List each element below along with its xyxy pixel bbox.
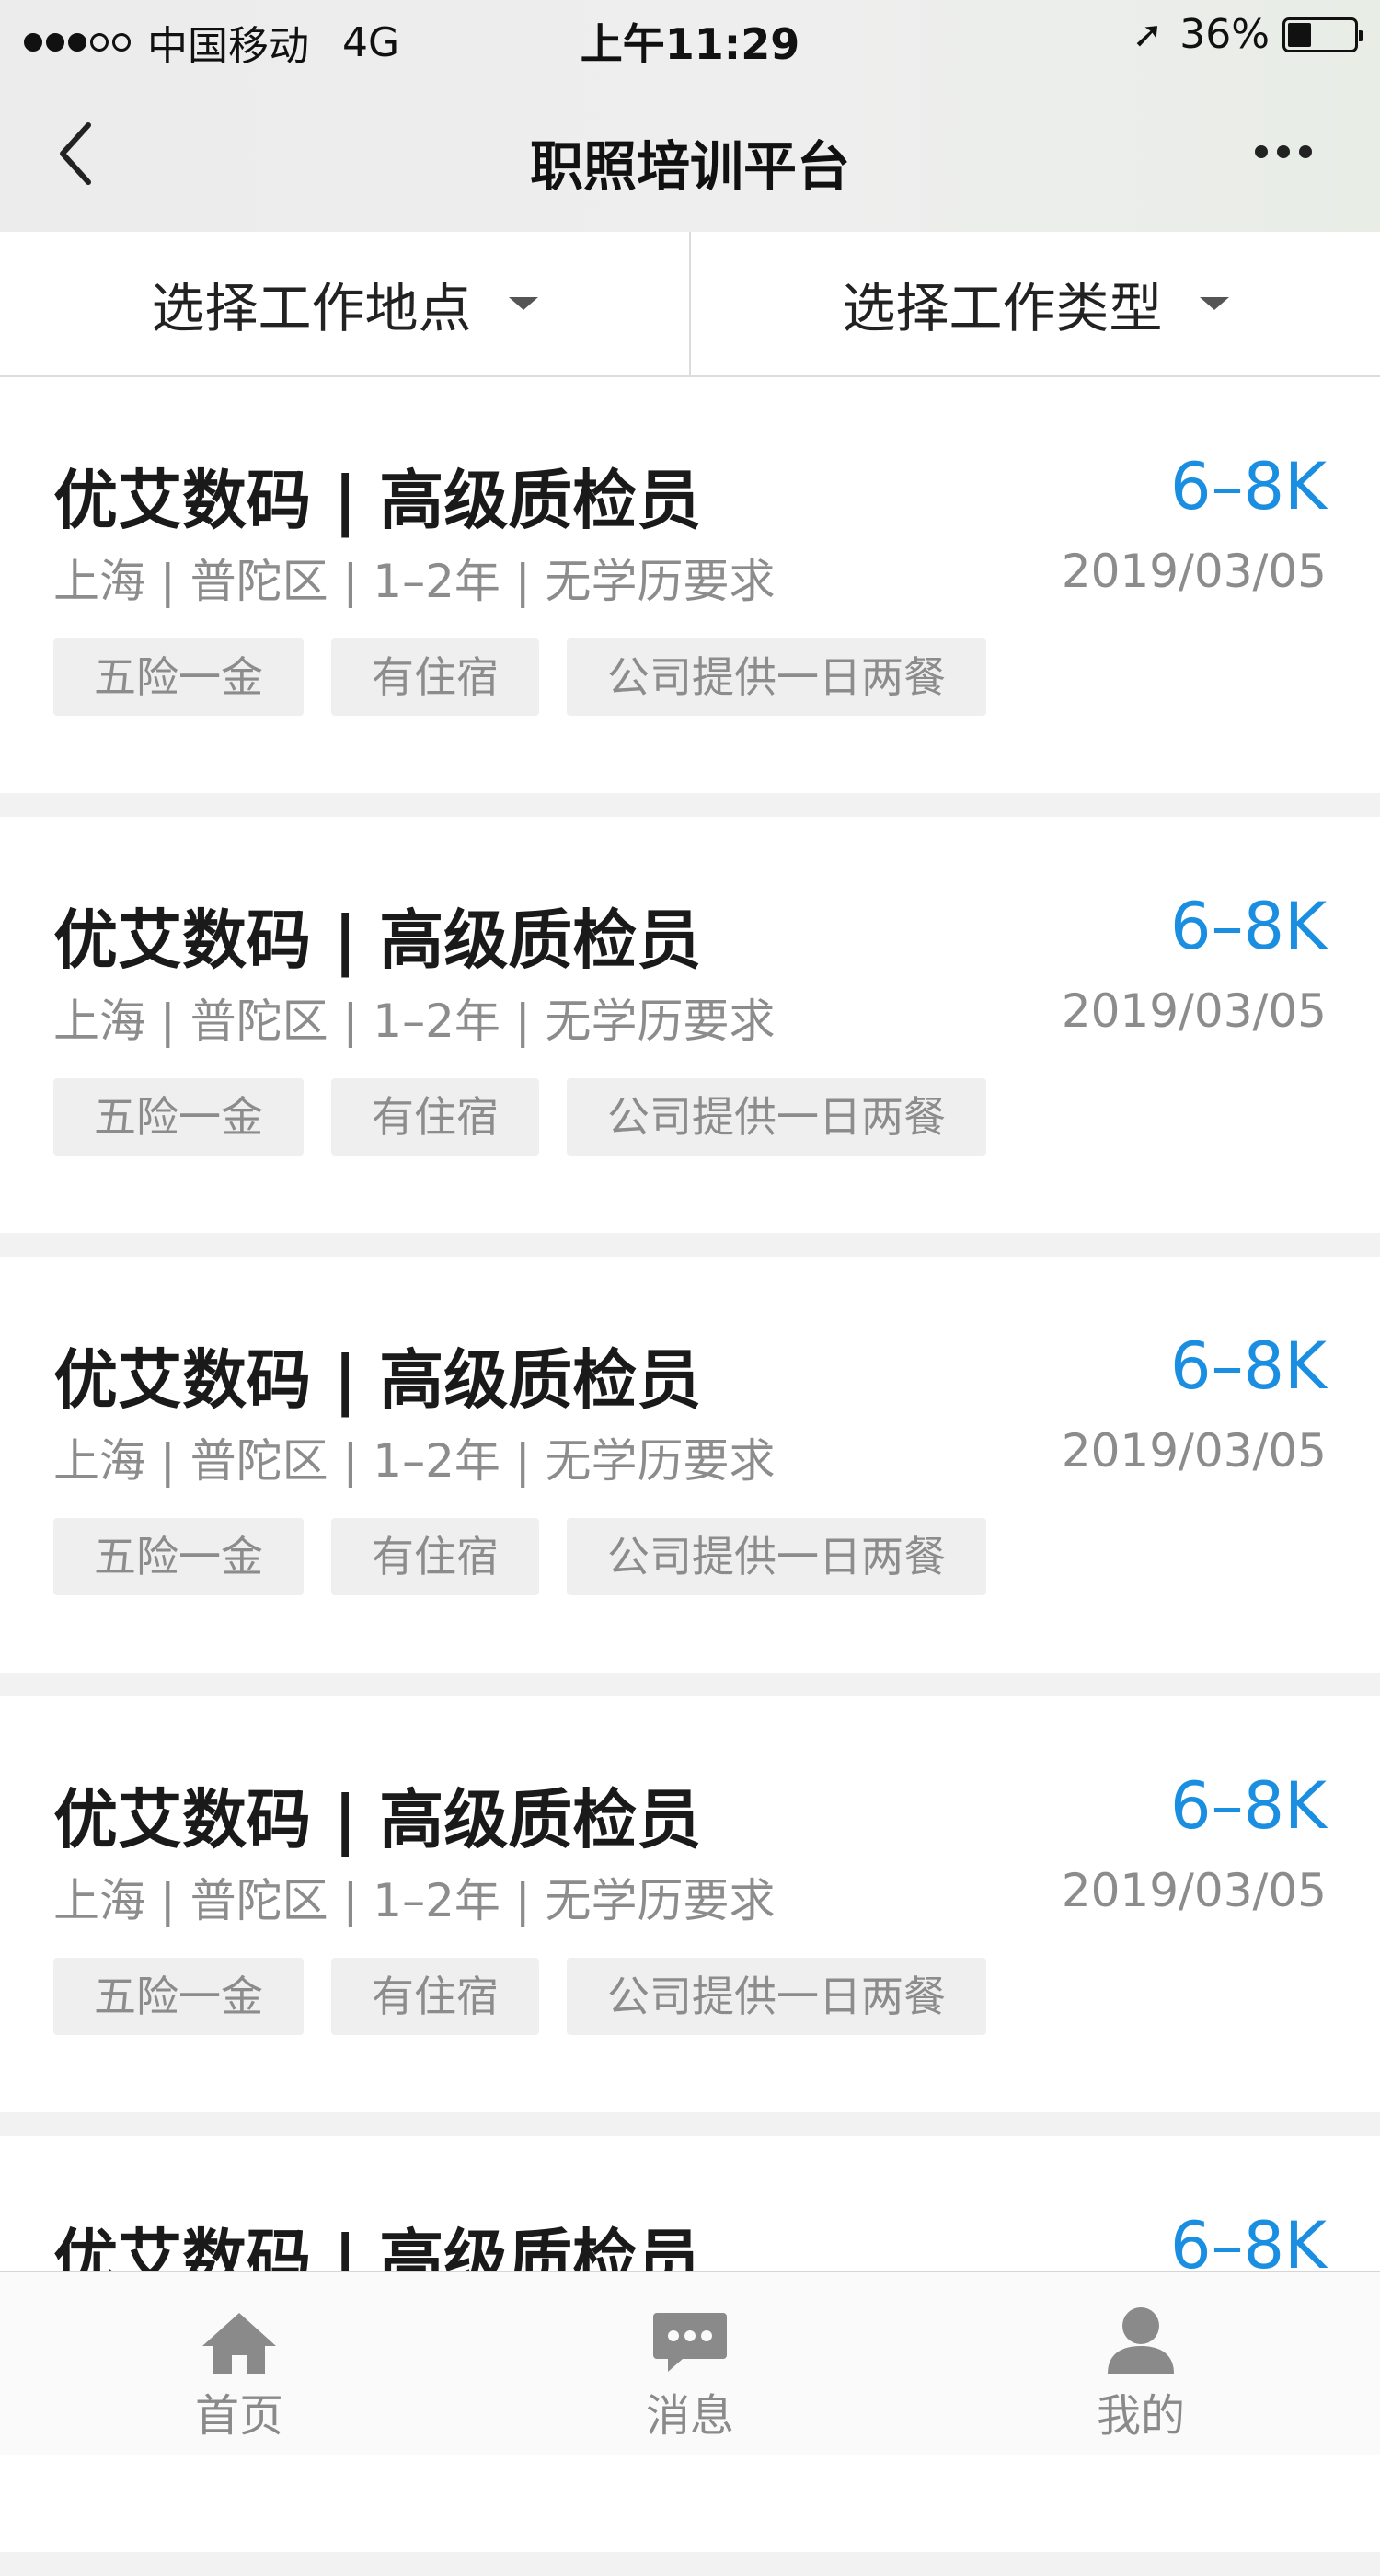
job-meta: 上海 | 普陀区 | 1–2年 | 无学历要求 — [53, 995, 776, 1048]
job-tags: 五险一金 有住宿 公司提供一日两餐 — [53, 638, 1014, 716]
home-icon — [156, 2298, 322, 2375]
tab-bar: 首页 消息 我的 — [0, 2271, 1380, 2455]
filter-bar: 选择工作地点 选择工作类型 — [0, 232, 1380, 377]
tab-home[interactable]: 首页 — [156, 2298, 322, 2444]
tab-messages-label: 消息 — [645, 2390, 734, 2442]
job-title: 优艾数码 | 高级质检员 — [53, 1782, 702, 1857]
message-icon — [607, 2298, 773, 2375]
job-card[interactable]: 优艾数码 | 高级质检员 6–8K 上海 | 普陀区 | 1–2年 | 无学历要… — [0, 817, 1380, 1233]
battery-percent: 36% — [1179, 11, 1270, 58]
job-tag: 有住宿 — [331, 1958, 539, 2035]
caret-down-icon — [508, 297, 538, 310]
job-salary: 6–8K — [1170, 1768, 1327, 1844]
status-right: ➚ 36% — [1132, 11, 1363, 58]
job-date: 2019/03/05 — [1061, 984, 1327, 1038]
job-salary: 6–8K — [1170, 1328, 1327, 1404]
job-tags: 五险一金 有住宿 公司提供一日两餐 — [53, 1078, 1014, 1156]
page-title: 职照培训平台 — [529, 135, 850, 198]
location-arrow-icon: ➚ — [1132, 13, 1164, 56]
job-salary: 6–8K — [1170, 449, 1327, 524]
job-meta: 上海 | 普陀区 | 1–2年 | 无学历要求 — [53, 1434, 776, 1488]
job-type-filter[interactable]: 选择工作类型 — [689, 232, 1380, 375]
caret-down-icon — [1199, 297, 1229, 310]
status-bar: 中国移动 4G 上午11:29 ➚ 36% — [0, 0, 1380, 75]
job-tag: 公司提供一日两餐 — [567, 1518, 986, 1595]
job-title: 优艾数码 | 高级质检员 — [53, 1342, 702, 1418]
tab-profile-label: 我的 — [1096, 2390, 1185, 2442]
job-title: 优艾数码 | 高级质检员 — [53, 463, 702, 538]
more-dot — [1277, 145, 1290, 158]
job-tags: 五险一金 有住宿 公司提供一日两餐 — [53, 1518, 1014, 1595]
job-tags: 五险一金 有住宿 公司提供一日两餐 — [53, 1958, 1014, 2035]
job-tag: 有住宿 — [331, 638, 539, 716]
job-list: 优艾数码 | 高级质检员 6–8K 上海 | 普陀区 | 1–2年 | 无学历要… — [0, 377, 1380, 2576]
more-dot — [1299, 145, 1312, 158]
top-area: 中国移动 4G 上午11:29 ➚ 36% 职照培训平台 — [0, 0, 1380, 232]
job-tag: 有住宿 — [331, 1078, 539, 1156]
tab-profile[interactable]: 我的 — [1058, 2298, 1224, 2444]
job-date: 2019/03/05 — [1061, 545, 1327, 598]
job-tag: 公司提供一日两餐 — [567, 638, 986, 716]
job-tag: 五险一金 — [53, 1078, 304, 1156]
job-card[interactable]: 优艾数码 | 高级质检员 6–8K 上海 | 普陀区 | 1–2年 | 无学历要… — [0, 1257, 1380, 1673]
battery-level — [1288, 22, 1312, 47]
job-tag: 公司提供一日两餐 — [567, 1958, 986, 2035]
tab-messages[interactable]: 消息 — [607, 2298, 773, 2444]
job-tag: 公司提供一日两餐 — [567, 1078, 986, 1156]
job-title: 优艾数码 | 高级质检员 — [53, 903, 702, 978]
job-type-filter-label: 选择工作类型 — [842, 277, 1163, 339]
job-meta: 上海 | 普陀区 | 1–2年 | 无学历要求 — [53, 1874, 776, 1927]
more-button[interactable] — [1246, 145, 1312, 158]
job-tag: 五险一金 — [53, 638, 304, 716]
job-meta: 上海 | 普陀区 | 1–2年 | 无学历要求 — [53, 555, 776, 608]
job-date: 2019/03/05 — [1061, 1424, 1327, 1478]
job-card[interactable]: 优艾数码 | 高级质检员 6–8K 上海 | 普陀区 | 1–2年 | 无学历要… — [0, 1696, 1380, 2112]
tab-home-label: 首页 — [194, 2390, 283, 2442]
job-card[interactable]: 优艾数码 | 高级质检员 6–8K 上海 | 普陀区 | 1–2年 | 无学历要… — [0, 377, 1380, 793]
battery-icon — [1282, 17, 1363, 52]
job-tag: 五险一金 — [53, 1518, 304, 1595]
job-date: 2019/03/05 — [1061, 1864, 1327, 1917]
job-tag: 有住宿 — [331, 1518, 539, 1595]
user-icon — [1058, 2298, 1224, 2375]
job-salary: 6–8K — [1170, 889, 1327, 964]
more-dot — [1255, 145, 1268, 158]
location-filter[interactable]: 选择工作地点 — [0, 232, 689, 375]
location-filter-label: 选择工作地点 — [151, 277, 472, 339]
nav-bar: 职照培训平台 — [0, 75, 1380, 232]
job-tag: 五险一金 — [53, 1958, 304, 2035]
